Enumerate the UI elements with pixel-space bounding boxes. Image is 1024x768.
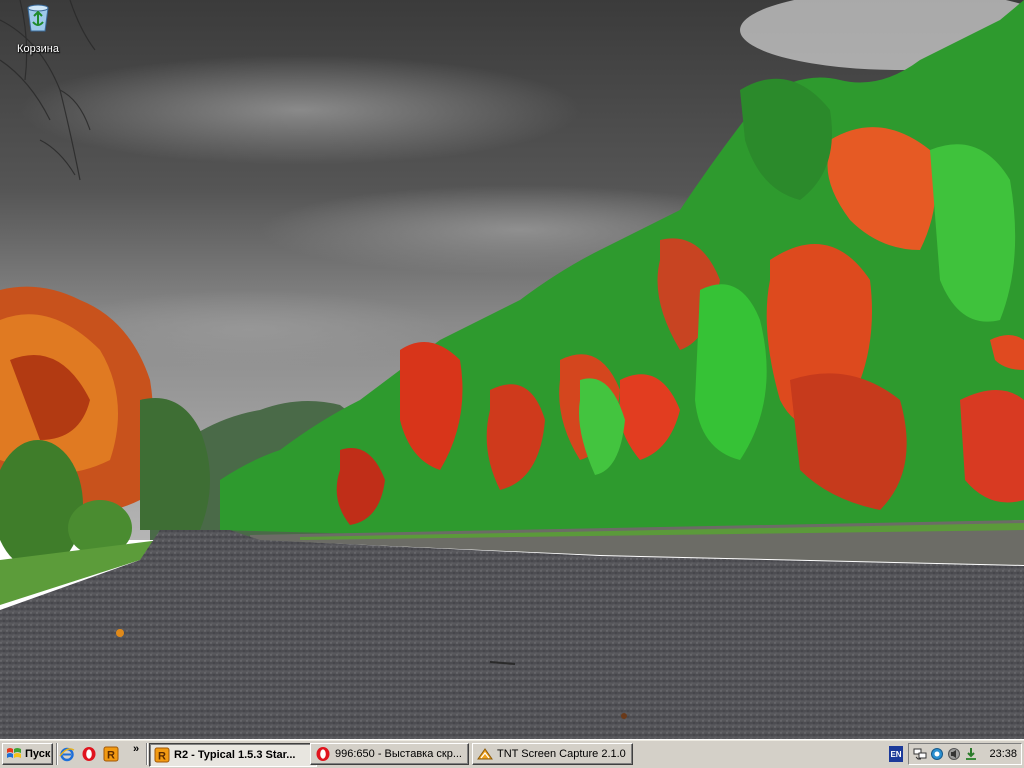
tnt-capture-icon <box>477 748 493 760</box>
system-tray: 23:38 <box>908 743 1022 765</box>
taskbar-divider <box>146 743 148 765</box>
wallpaper-image <box>0 0 1024 739</box>
download-icon[interactable] <box>964 747 978 761</box>
task-button-label: R2 - Typical 1.5.3 Star... <box>174 749 296 761</box>
desktop-icon-label: Корзина <box>17 43 59 55</box>
quick-launch-overflow-chevron[interactable]: » <box>133 743 139 755</box>
speaker-icon[interactable] <box>947 747 961 761</box>
taskbar-divider <box>56 743 58 765</box>
task-button-r2[interactable]: R R2 - Typical 1.5.3 Star... <box>149 743 317 767</box>
svg-text:R: R <box>107 750 115 762</box>
r2-app-icon[interactable]: R <box>103 746 119 762</box>
task-button-tnt-capture[interactable]: TNT Screen Capture 2.1.0 <box>472 743 633 765</box>
language-indicator[interactable]: EN <box>889 746 903 762</box>
task-button-opera[interactable]: 996:650 - Выставка скр... <box>310 743 469 765</box>
globe-icon[interactable] <box>930 747 944 761</box>
opera-icon[interactable] <box>81 746 97 762</box>
recycle-bin-icon <box>27 4 49 32</box>
internet-explorer-icon[interactable] <box>59 746 75 762</box>
quick-launch-bar: R <box>59 745 125 763</box>
opera-icon <box>316 747 330 761</box>
r2-app-icon: R <box>154 747 170 763</box>
network-icon[interactable] <box>913 747 927 761</box>
desktop[interactable]: Корзина <box>0 0 1024 739</box>
start-button[interactable]: Пуск <box>2 743 53 765</box>
task-button-label: 996:650 - Выставка скр... <box>335 748 462 760</box>
taskbar: Пуск R » R R2 - Typical 1.5.3 Star... 99… <box>0 739 1024 768</box>
windows-logo-icon <box>7 748 21 758</box>
svg-text:R: R <box>158 751 166 763</box>
clock[interactable]: 23:38 <box>989 748 1017 760</box>
start-label: Пуск <box>25 748 51 760</box>
task-button-label: TNT Screen Capture 2.1.0 <box>497 748 626 760</box>
desktop-icon-recycle-bin[interactable]: Корзина <box>8 2 68 57</box>
